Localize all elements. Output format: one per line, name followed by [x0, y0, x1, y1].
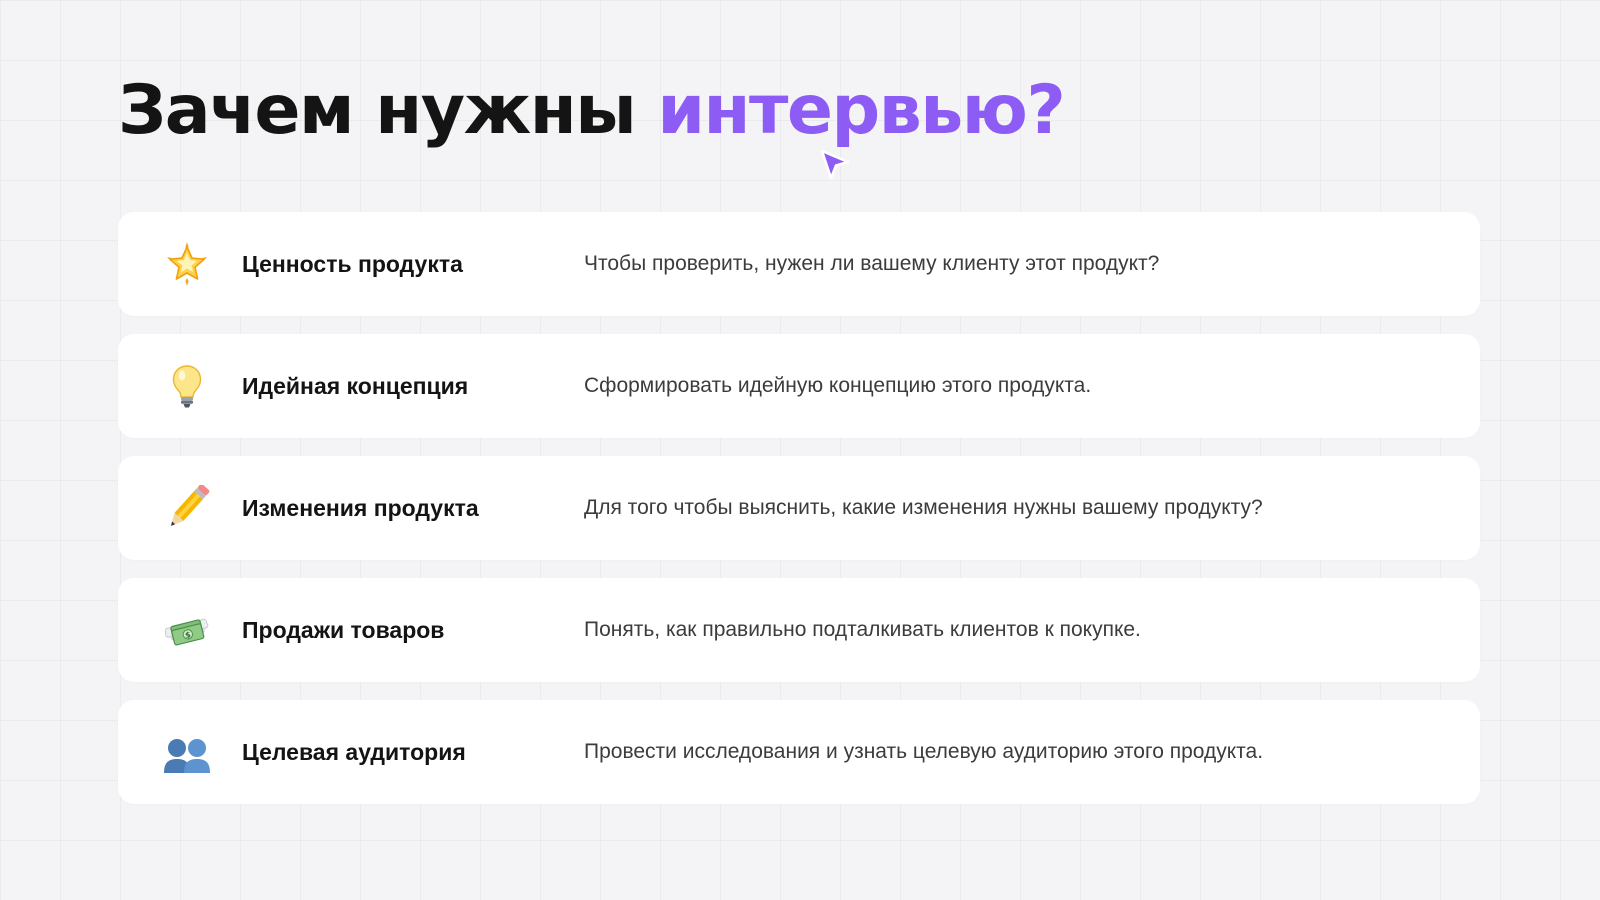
item-description: Провести исследования и узнать целевую а…: [584, 740, 1264, 763]
users-silhouettes-icon: [164, 729, 210, 775]
reasons-list: Ценность продукта Чтобы проверить, нужен…: [118, 212, 1480, 822]
list-item-target-audience: Целевая аудитория Провести исследования …: [118, 700, 1480, 804]
slide: Зачем нужны интервью? Ценность продукта …: [0, 0, 1600, 900]
title-accent: интервью?: [657, 71, 1065, 150]
item-description: Сформировать идейную концепцию этого про…: [584, 374, 1092, 397]
item-label: Продажи товаров: [242, 617, 445, 643]
item-description: Чтобы проверить, нужен ли вашему клиенту…: [584, 252, 1160, 275]
item-label: Ценность продукта: [242, 251, 463, 277]
pencil-icon: [164, 485, 210, 531]
money-with-wings-icon: $: [164, 607, 210, 653]
item-label: Целевая аудитория: [242, 739, 466, 765]
title-main: Зачем нужны: [118, 71, 658, 150]
item-description: Для того чтобы выяснить, какие изменения…: [584, 496, 1263, 519]
list-item-product-changes: Изменения продукта Для того чтобы выясни…: [118, 456, 1480, 560]
glowing-star-icon: [164, 241, 210, 287]
list-item-product-value: Ценность продукта Чтобы проверить, нужен…: [118, 212, 1480, 316]
item-description: Понять, как правильно подталкивать клиен…: [584, 618, 1141, 641]
list-item-idea-concept: Идейная концепция Сформировать идейную к…: [118, 334, 1480, 438]
item-label: Изменения продукта: [242, 495, 479, 521]
item-label: Идейная концепция: [242, 373, 469, 399]
cursor-arrow-icon: [820, 149, 850, 180]
page-title: Зачем нужны интервью?: [118, 70, 1066, 152]
list-item-sales: $ Продажи товаров Понять, как правильно …: [118, 578, 1480, 682]
light-bulb-icon: [164, 363, 210, 409]
